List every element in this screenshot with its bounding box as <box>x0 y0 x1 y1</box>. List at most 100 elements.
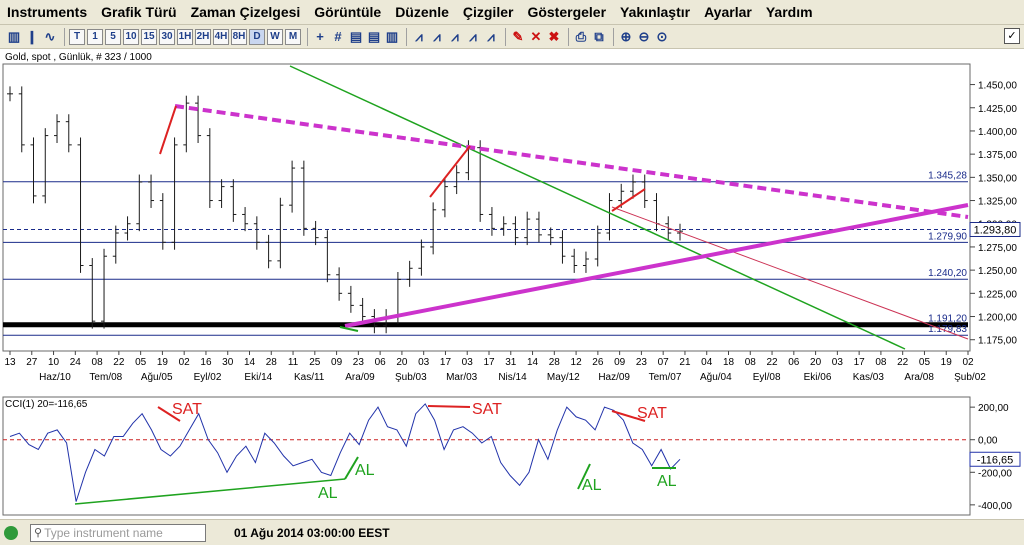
toolbar-separator <box>406 27 407 46</box>
cci-y-tick-label: 200,00 <box>978 403 1009 414</box>
level-label: 1.191,20 <box>928 314 967 325</box>
sat-label: SAT <box>172 401 202 418</box>
y-tick-label: 1.200,00 <box>978 313 1017 324</box>
x-tick-label: 06 <box>375 357 387 368</box>
toggle-a-icon[interactable]: ▤ <box>348 29 364 45</box>
print-preview-icon[interactable]: ⧉ <box>591 29 607 45</box>
y-tick-label: 1.225,00 <box>978 289 1017 300</box>
x-tick-label: 13 <box>4 357 16 368</box>
y-tick-label: 1.400,00 <box>978 127 1017 138</box>
al-label: AL <box>318 485 338 502</box>
panel-toggle-checkbox[interactable]: ✓ <box>1004 28 1020 44</box>
cci-title-label: CCI(1) 20=-116,65 <box>5 399 88 410</box>
period-button-1h[interactable]: 1H <box>177 28 193 45</box>
period-button-d[interactable]: D <box>249 28 265 45</box>
x-tick-label: 08 <box>875 357 887 368</box>
x-month-label: May/12 <box>547 372 580 383</box>
line-tool-4-icon[interactable]: ⩘ <box>465 29 481 45</box>
x-month-label: Haz/09 <box>598 372 630 383</box>
level-label: 1.240,20 <box>928 268 967 279</box>
candlestick-icon[interactable]: ❙ <box>24 29 40 45</box>
x-tick-label: 21 <box>679 357 691 368</box>
x-month-label: Ara/09 <box>345 372 375 383</box>
period-button-t[interactable]: T <box>69 28 85 45</box>
line-chart-icon[interactable]: ∿ <box>42 29 58 45</box>
menu-item-0[interactable]: Instruments <box>0 0 94 24</box>
period-button-2h[interactable]: 2H <box>195 28 211 45</box>
x-tick-label: 19 <box>157 357 169 368</box>
y-tick-label: 1.250,00 <box>978 266 1017 277</box>
x-tick-label: 16 <box>200 357 212 368</box>
zoom-fit-icon[interactable]: ⊙ <box>654 29 670 45</box>
menu-item-5[interactable]: Çizgiler <box>456 0 521 24</box>
x-tick-label: 08 <box>745 357 757 368</box>
al-label: AL <box>355 462 375 479</box>
period-button-w[interactable]: W <box>267 28 283 45</box>
price-badge-label: 1.293,80 <box>974 224 1017 236</box>
y-tick-label: 1.175,00 <box>978 336 1017 347</box>
line-tool-1-icon[interactable]: ⩘ <box>411 29 427 45</box>
delete-all-icon[interactable]: ✖ <box>546 29 562 45</box>
toggle-c-icon[interactable]: ▥ <box>384 29 400 45</box>
x-tick-label: 25 <box>309 357 321 368</box>
period-button-m[interactable]: M <box>285 28 301 45</box>
cci-badge-label: -116,65 <box>977 454 1014 466</box>
connection-status-icon <box>4 525 18 540</box>
menu-item-4[interactable]: Düzenle <box>388 0 456 24</box>
toolbar: ▥ ❙ ∿ T 1 5 10 15 30 1H 2H 4H 8H D W M + # ▤ ▤ ▥ ⩘ ⩘ ⩘ ⩘ ⩘ ✎ ✕ ✖ ⎙ ⧉ ⊕ ⊖… <box>0 25 1024 49</box>
instrument-search-box[interactable]: ⚲ <box>30 523 206 542</box>
pencil-delete-icon[interactable]: ✎ <box>510 29 526 45</box>
x-month-label: Ağu/04 <box>700 372 732 383</box>
x-tick-label: 05 <box>919 357 931 368</box>
al-label: AL <box>582 477 602 494</box>
y-tick-label: 1.350,00 <box>978 173 1017 184</box>
line-tool-2-icon[interactable]: ⩘ <box>429 29 445 45</box>
x-tick-label: 02 <box>962 357 974 368</box>
x-tick-label: 07 <box>658 357 670 368</box>
x-tick-label: 11 <box>288 357 299 368</box>
line-tool-3-icon[interactable]: ⩘ <box>447 29 463 45</box>
sat-label: SAT <box>637 405 667 422</box>
menu-item-6[interactable]: Göstergeler <box>520 0 613 24</box>
grid-icon[interactable]: # <box>330 29 346 45</box>
x-month-label: Eki/14 <box>244 372 272 383</box>
toggle-b-icon[interactable]: ▤ <box>366 29 382 45</box>
x-tick-label: 12 <box>571 357 583 368</box>
period-button-8h[interactable]: 8H <box>231 28 247 45</box>
x-month-label: Nis/14 <box>498 372 527 383</box>
x-month-label: Şub/02 <box>954 372 986 383</box>
crosshair-icon[interactable]: + <box>312 29 328 45</box>
bar-chart-icon[interactable]: ▥ <box>6 29 22 45</box>
menu-item-1[interactable]: Grafik Türü <box>94 0 183 24</box>
menu-item-9[interactable]: Yardım <box>759 0 820 24</box>
x-tick-label: 09 <box>331 357 343 368</box>
period-button-10[interactable]: 10 <box>123 28 139 45</box>
menu-item-7[interactable]: Yakınlaştır <box>613 0 697 24</box>
menu-item-2[interactable]: Zaman Çizelgesi <box>184 0 308 24</box>
x-tick-label: 09 <box>614 357 626 368</box>
x-month-label: Eki/06 <box>804 372 832 383</box>
menu-item-8[interactable]: Ayarlar <box>697 0 759 24</box>
delete-icon[interactable]: ✕ <box>528 29 544 45</box>
period-button-30[interactable]: 30 <box>159 28 175 45</box>
zoom-in-icon[interactable]: ⊕ <box>618 29 634 45</box>
instrument-search-input[interactable] <box>42 525 197 540</box>
period-button-5[interactable]: 5 <box>105 28 121 45</box>
period-button-1[interactable]: 1 <box>87 28 103 45</box>
chart-area[interactable]: Gold, spot , Günlük, # 323 / 1000 CCI(1)… <box>0 49 1024 519</box>
x-tick-label: 18 <box>723 357 735 368</box>
price-panel-frame <box>2 63 971 352</box>
zoom-out-icon[interactable]: ⊖ <box>636 29 652 45</box>
x-month-label: Ağu/05 <box>141 372 173 383</box>
x-month-label: Kas/03 <box>853 372 885 383</box>
line-tool-5-icon[interactable]: ⩘ <box>483 29 499 45</box>
x-tick-label: 10 <box>48 357 60 368</box>
print-icon[interactable]: ⎙ <box>573 29 589 45</box>
chart-svg[interactable]: Gold, spot , Günlük, # 323 / 1000 CCI(1)… <box>0 49 1024 519</box>
x-tick-label: 02 <box>179 357 191 368</box>
x-month-label: Şub/03 <box>395 372 427 383</box>
menu-item-3[interactable]: Görüntüle <box>307 0 388 24</box>
period-button-15[interactable]: 15 <box>141 28 157 45</box>
x-month-label: Eyl/08 <box>753 372 781 383</box>
period-button-4h[interactable]: 4H <box>213 28 229 45</box>
